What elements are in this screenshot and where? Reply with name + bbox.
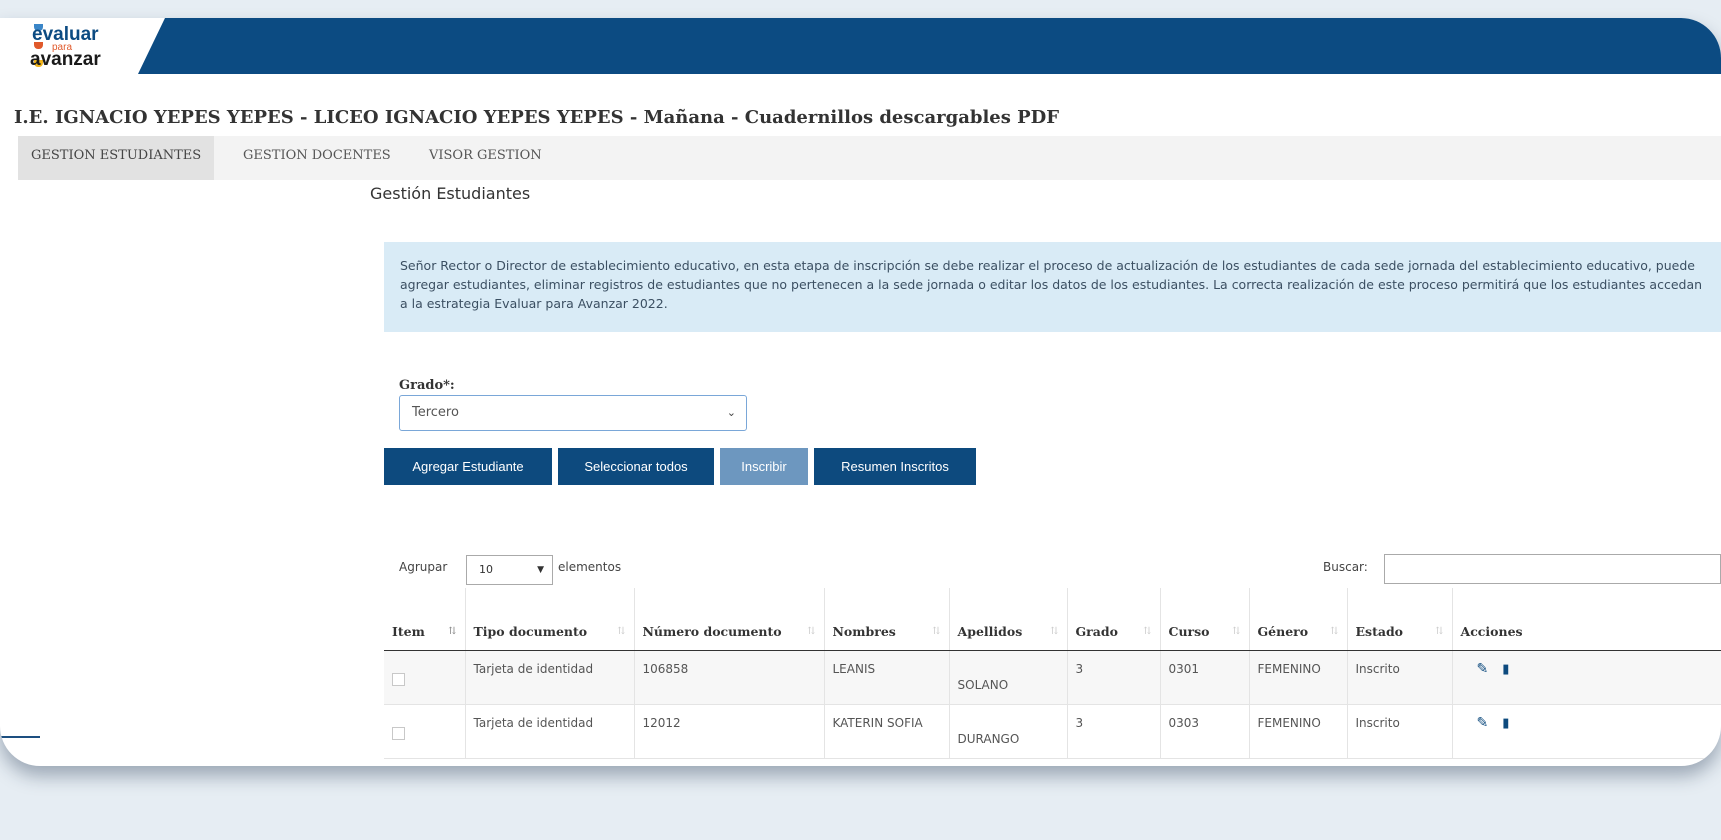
col-genero-label: Género xyxy=(1257,624,1309,639)
sort-icon: ⇅ xyxy=(807,626,816,637)
cell-nombres: LEANIS xyxy=(824,650,950,705)
col-grado-label: Grado xyxy=(1075,624,1118,639)
cell-acciones: ✎ ▮ xyxy=(1452,650,1721,705)
table-row: Tarjeta de identidad 106858 LEANIS SOLAN… xyxy=(384,650,1721,705)
cell-genero: FEMENINO xyxy=(1249,650,1348,705)
app-window: evaluar para avanzar I.E. IGNACIO YEPES … xyxy=(0,18,1721,766)
row-checkbox-cell xyxy=(384,704,466,759)
top-header-bar xyxy=(0,18,1721,74)
trash-icon[interactable]: ▮ xyxy=(1502,716,1509,731)
grado-select[interactable]: Tercero ⌄ xyxy=(399,395,747,431)
sort-icon: ⇅ xyxy=(1143,626,1152,637)
col-curso[interactable]: Curso ⇅ xyxy=(1160,588,1250,651)
cell-grado: 3 xyxy=(1067,704,1161,759)
resumen-inscritos-button[interactable]: Resumen Inscritos xyxy=(814,448,976,485)
info-alert-text: Señor Rector o Director de establecimien… xyxy=(400,258,1703,311)
cell-apellidos: SOLANO xyxy=(957,678,1009,692)
col-item-label: Item xyxy=(392,624,425,639)
sort-icon: ⇅ xyxy=(932,626,941,637)
chevron-down-icon: ⌄ xyxy=(726,406,736,419)
cell-estado: Inscrito xyxy=(1347,704,1453,759)
page-title: Gestión Estudiantes xyxy=(370,184,531,203)
cell-numero: 106858 xyxy=(634,650,825,705)
edit-pencil-icon[interactable]: ✎ xyxy=(1477,715,1489,731)
decorative-rule xyxy=(0,736,40,738)
col-acciones[interactable]: Acciones xyxy=(1452,588,1721,651)
grado-label: Grado*: xyxy=(399,378,455,393)
search-label: Buscar: xyxy=(1323,560,1368,574)
col-acciones-label: Acciones xyxy=(1460,624,1523,639)
sort-icon: ⇅ xyxy=(1330,626,1339,637)
cell-grado: 3 xyxy=(1067,650,1161,705)
cell-apellidos-wrap: SOLANO xyxy=(949,650,1068,705)
inscribir-button[interactable]: Inscribir xyxy=(720,448,808,485)
page-length-suffix: elementos xyxy=(558,560,622,574)
col-tipo-label: Tipo documento xyxy=(473,624,588,639)
col-apellidos[interactable]: Apellidos ⇅ xyxy=(949,588,1068,651)
row-select-checkbox[interactable] xyxy=(392,727,405,740)
search-input[interactable] xyxy=(1384,554,1721,584)
col-numero-label: Número documento xyxy=(642,624,782,639)
col-item[interactable]: Item ⇅ xyxy=(384,588,466,651)
cell-nombres: KATERIN SOFIA xyxy=(824,704,950,759)
seleccionar-todos-button[interactable]: Seleccionar todos xyxy=(558,448,714,485)
col-genero[interactable]: Género ⇅ xyxy=(1249,588,1348,651)
col-estado-label: Estado xyxy=(1355,624,1404,639)
col-nombres[interactable]: Nombres ⇅ xyxy=(824,588,950,651)
col-apellidos-label: Apellidos xyxy=(957,624,1023,639)
cell-numero: 12012 xyxy=(634,704,825,759)
cell-genero: FEMENINO xyxy=(1249,704,1348,759)
grado-selected-value: Tercero xyxy=(412,405,459,420)
agregar-estudiante-button[interactable]: Agregar Estudiante xyxy=(384,448,552,485)
info-alert: Señor Rector o Director de establecimien… xyxy=(384,242,1721,332)
sort-icon: ⇅ xyxy=(1232,626,1241,637)
cell-acciones: ✎ ▮ xyxy=(1452,704,1721,759)
page-length-value: 10 xyxy=(479,563,493,576)
logo-container: evaluar para avanzar xyxy=(0,18,165,74)
edit-pencil-icon[interactable]: ✎ xyxy=(1477,661,1489,677)
nav-gestion-estudiantes[interactable]: GESTION ESTUDIANTES xyxy=(18,136,215,180)
row-select-checkbox[interactable] xyxy=(392,673,405,686)
page-length-select[interactable]: 10 ▼ xyxy=(466,555,553,585)
cell-curso: 0303 xyxy=(1160,704,1250,759)
col-estado[interactable]: Estado ⇅ xyxy=(1347,588,1453,651)
col-numero-documento[interactable]: Número documento ⇅ xyxy=(634,588,825,651)
cell-curso: 0301 xyxy=(1160,650,1250,705)
trash-icon[interactable]: ▮ xyxy=(1502,662,1509,677)
sort-icon: ⇅ xyxy=(1435,626,1444,637)
table-row: Tarjeta de identidad 12012 KATERIN SOFIA… xyxy=(384,704,1721,759)
cell-estado: Inscrito xyxy=(1347,650,1453,705)
cell-tipo: Tarjeta de identidad xyxy=(465,704,635,759)
nav-visor-gestion[interactable]: VISOR GESTION xyxy=(416,136,555,180)
cell-apellidos: DURANGO xyxy=(957,732,1020,746)
cell-tipo: Tarjeta de identidad xyxy=(465,650,635,705)
cell-apellidos-wrap: DURANGO xyxy=(949,704,1068,759)
students-table: Item ⇅ Tipo documento ⇅ Número documento ⇅ … xyxy=(384,588,1721,759)
main-nav: GESTION ESTUDIANTES GESTION DOCENTES VIS… xyxy=(18,136,1721,180)
sort-icon: ⇅ xyxy=(1050,626,1059,637)
col-tipo-documento[interactable]: Tipo documento ⇅ xyxy=(465,588,635,651)
logo-word-avanzar: avanzar xyxy=(30,49,101,70)
school-title: I.E. IGNACIO YEPES YEPES - LICEO IGNACIO… xyxy=(14,107,1060,128)
sort-icon: ⇅ xyxy=(448,626,457,637)
col-nombres-label: Nombres xyxy=(832,624,896,639)
col-grado[interactable]: Grado ⇅ xyxy=(1067,588,1161,651)
page-length-label: Agrupar xyxy=(399,560,448,574)
table-header-row: Item ⇅ Tipo documento ⇅ Número documento ⇅ … xyxy=(384,588,1721,651)
nav-gestion-docentes[interactable]: GESTION DOCENTES xyxy=(230,136,404,180)
row-checkbox-cell xyxy=(384,650,466,705)
sort-icon: ⇅ xyxy=(617,626,626,637)
col-curso-label: Curso xyxy=(1168,624,1210,639)
chevron-down-icon: ▼ xyxy=(537,565,544,575)
